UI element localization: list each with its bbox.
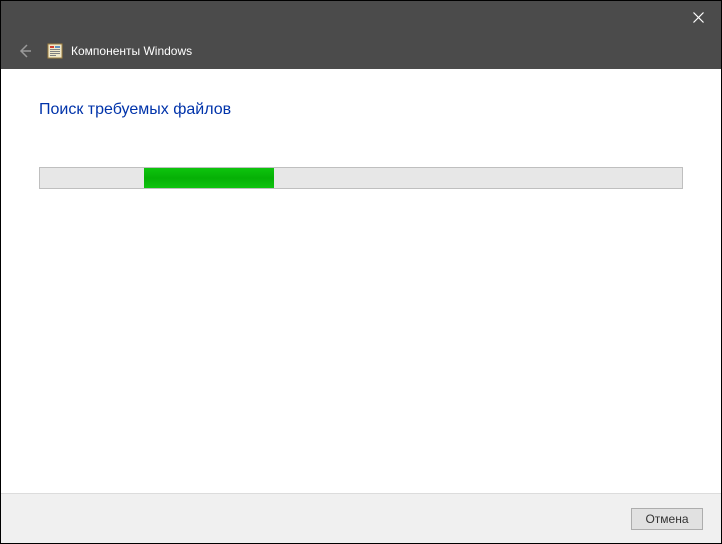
cancel-button[interactable]: Отмена bbox=[631, 508, 703, 530]
dialog-window: Компоненты Windows Поиск требуемых файло… bbox=[0, 0, 722, 544]
progress-bar bbox=[39, 167, 683, 189]
titlebar bbox=[1, 1, 721, 33]
footer-bar: Отмена bbox=[1, 493, 721, 543]
header-bar: Компоненты Windows bbox=[1, 33, 721, 69]
close-icon bbox=[693, 12, 704, 23]
content-area: Поиск требуемых файлов bbox=[1, 69, 721, 493]
back-arrow-icon bbox=[17, 43, 33, 59]
back-button bbox=[15, 41, 35, 61]
progress-fill bbox=[144, 168, 274, 188]
header-title: Компоненты Windows bbox=[71, 44, 192, 58]
status-text: Поиск требуемых файлов bbox=[39, 101, 683, 119]
close-button[interactable] bbox=[675, 1, 721, 33]
windows-features-icon bbox=[47, 43, 63, 59]
